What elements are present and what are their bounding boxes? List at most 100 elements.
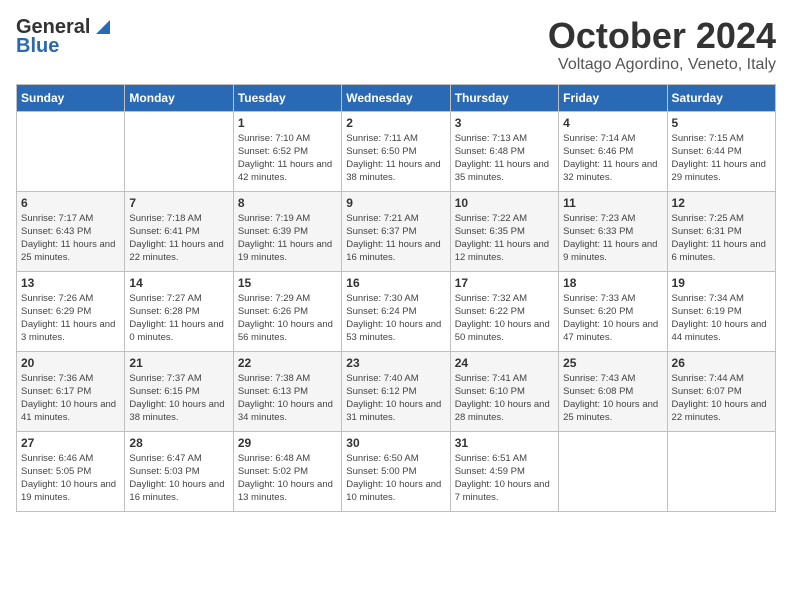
calendar-cell: 19 Sunrise: 7:34 AM Sunset: 6:19 PM Dayli…: [667, 271, 775, 351]
calendar-cell: 23Sunrise: 7:40 AM Sunset: 6:12 PM Dayli…: [342, 351, 450, 431]
logo-triangle-icon: [92, 18, 110, 36]
calendar-week-row: 6 Sunrise: 7:17 AM Sunset: 6:43 PM Daylig…: [17, 191, 776, 271]
calendar-cell: 16Sunrise: 7:30 AM Sunset: 6:24 PM Dayli…: [342, 271, 450, 351]
day-number: 30: [346, 436, 445, 450]
day-number: 22: [238, 356, 337, 370]
calendar-cell: 9 Sunrise: 7:21 AM Sunset: 6:37 PM Daylig…: [342, 191, 450, 271]
location-title: Voltago Agordino, Veneto, Italy: [548, 56, 776, 74]
cell-content: Sunrise: 7:43 AM Sunset: 6:08 PM Dayligh…: [563, 372, 662, 425]
calendar-cell: [559, 431, 667, 511]
cell-content: Sunrise: 7:19 AM Sunset: 6:39 PM Dayligh…: [238, 212, 337, 265]
cell-content: Sunrise: 7:36 AM Sunset: 6:17 PM Dayligh…: [21, 372, 120, 425]
day-number: 27: [21, 436, 120, 450]
calendar-cell: 2 Sunrise: 7:11 AM Sunset: 6:50 PM Daylig…: [342, 111, 450, 191]
calendar-cell: 20 Sunrise: 7:36 AM Sunset: 6:17 PM Dayli…: [17, 351, 125, 431]
calendar-cell: 24Sunrise: 7:41 AM Sunset: 6:10 PM Dayli…: [450, 351, 558, 431]
calendar-cell: 5Sunrise: 7:15 AM Sunset: 6:44 PM Daylig…: [667, 111, 775, 191]
cell-content: Sunrise: 7:15 AM Sunset: 6:44 PM Dayligh…: [672, 132, 771, 185]
calendar-day-header: Tuesday: [233, 84, 341, 111]
calendar-body: 1 Sunrise: 7:10 AM Sunset: 6:52 PM Daylig…: [17, 111, 776, 511]
cell-content: Sunrise: 6:51 AM Sunset: 4:59 PM Dayligh…: [455, 452, 554, 505]
calendar-cell: 25Sunrise: 7:43 AM Sunset: 6:08 PM Dayli…: [559, 351, 667, 431]
cell-content: Sunrise: 7:14 AM Sunset: 6:46 PM Dayligh…: [563, 132, 662, 185]
calendar-cell: 1 Sunrise: 7:10 AM Sunset: 6:52 PM Daylig…: [233, 111, 341, 191]
calendar-cell: 4 Sunrise: 7:14 AM Sunset: 6:46 PM Daylig…: [559, 111, 667, 191]
cell-content: Sunrise: 7:10 AM Sunset: 6:52 PM Dayligh…: [238, 132, 337, 185]
cell-content: Sunrise: 7:32 AM Sunset: 6:22 PM Dayligh…: [455, 292, 554, 345]
month-title: October 2024: [548, 16, 776, 56]
day-number: 11: [563, 196, 662, 210]
day-number: 6: [21, 196, 120, 210]
calendar-day-header: Wednesday: [342, 84, 450, 111]
calendar-cell: 14Sunrise: 7:27 AM Sunset: 6:28 PM Dayli…: [125, 271, 233, 351]
logo: General Blue: [16, 16, 110, 58]
calendar-cell: 6 Sunrise: 7:17 AM Sunset: 6:43 PM Daylig…: [17, 191, 125, 271]
page-header: General Blue October 2024 Voltago Agordi…: [16, 16, 776, 74]
day-number: 17: [455, 276, 554, 290]
calendar-cell: 11 Sunrise: 7:23 AM Sunset: 6:33 PM Dayli…: [559, 191, 667, 271]
calendar-cell: [17, 111, 125, 191]
calendar-cell: 13 Sunrise: 7:26 AM Sunset: 6:29 PM Dayli…: [17, 271, 125, 351]
day-number: 14: [129, 276, 228, 290]
cell-content: Sunrise: 7:34 AM Sunset: 6:19 PM Dayligh…: [672, 292, 771, 345]
cell-content: Sunrise: 7:23 AM Sunset: 6:33 PM Dayligh…: [563, 212, 662, 265]
cell-content: Sunrise: 7:21 AM Sunset: 6:37 PM Dayligh…: [346, 212, 445, 265]
calendar-cell: 30 Sunrise: 6:50 AM Sunset: 5:00 PM Dayli…: [342, 431, 450, 511]
cell-content: Sunrise: 7:29 AM Sunset: 6:26 PM Dayligh…: [238, 292, 337, 345]
cell-content: Sunrise: 7:26 AM Sunset: 6:29 PM Dayligh…: [21, 292, 120, 345]
cell-content: Sunrise: 7:11 AM Sunset: 6:50 PM Dayligh…: [346, 132, 445, 185]
cell-content: Sunrise: 7:17 AM Sunset: 6:43 PM Dayligh…: [21, 212, 120, 265]
day-number: 23: [346, 356, 445, 370]
day-number: 16: [346, 276, 445, 290]
calendar-cell: 18Sunrise: 7:33 AM Sunset: 6:20 PM Dayli…: [559, 271, 667, 351]
calendar-cell: 17 Sunrise: 7:32 AM Sunset: 6:22 PM Dayli…: [450, 271, 558, 351]
calendar-cell: 10 Sunrise: 7:22 AM Sunset: 6:35 PM Dayli…: [450, 191, 558, 271]
cell-content: Sunrise: 6:47 AM Sunset: 5:03 PM Dayligh…: [129, 452, 228, 505]
calendar-day-header: Monday: [125, 84, 233, 111]
calendar-cell: [125, 111, 233, 191]
cell-content: Sunrise: 7:44 AM Sunset: 6:07 PM Dayligh…: [672, 372, 771, 425]
calendar-day-header: Sunday: [17, 84, 125, 111]
cell-content: Sunrise: 7:33 AM Sunset: 6:20 PM Dayligh…: [563, 292, 662, 345]
day-number: 4: [563, 116, 662, 130]
day-number: 24: [455, 356, 554, 370]
cell-content: Sunrise: 6:50 AM Sunset: 5:00 PM Dayligh…: [346, 452, 445, 505]
calendar-cell: 12 Sunrise: 7:25 AM Sunset: 6:31 PM Dayli…: [667, 191, 775, 271]
day-number: 2: [346, 116, 445, 130]
cell-content: Sunrise: 7:18 AM Sunset: 6:41 PM Dayligh…: [129, 212, 228, 265]
logo-blue: Blue: [16, 35, 59, 58]
day-number: 21: [129, 356, 228, 370]
calendar-cell: 31 Sunrise: 6:51 AM Sunset: 4:59 PM Dayli…: [450, 431, 558, 511]
calendar-cell: 29Sunrise: 6:48 AM Sunset: 5:02 PM Dayli…: [233, 431, 341, 511]
calendar-week-row: 20 Sunrise: 7:36 AM Sunset: 6:17 PM Dayli…: [17, 351, 776, 431]
calendar-cell: 28 Sunrise: 6:47 AM Sunset: 5:03 PM Dayli…: [125, 431, 233, 511]
cell-content: Sunrise: 6:48 AM Sunset: 5:02 PM Dayligh…: [238, 452, 337, 505]
day-number: 28: [129, 436, 228, 450]
day-number: 9: [346, 196, 445, 210]
day-number: 10: [455, 196, 554, 210]
day-number: 8: [238, 196, 337, 210]
calendar-cell: 21 Sunrise: 7:37 AM Sunset: 6:15 PM Dayli…: [125, 351, 233, 431]
calendar-cell: 27Sunrise: 6:46 AM Sunset: 5:05 PM Dayli…: [17, 431, 125, 511]
day-number: 31: [455, 436, 554, 450]
cell-content: Sunrise: 7:37 AM Sunset: 6:15 PM Dayligh…: [129, 372, 228, 425]
day-number: 1: [238, 116, 337, 130]
day-number: 3: [455, 116, 554, 130]
day-number: 15: [238, 276, 337, 290]
calendar-week-row: 1 Sunrise: 7:10 AM Sunset: 6:52 PM Daylig…: [17, 111, 776, 191]
calendar-day-header: Friday: [559, 84, 667, 111]
calendar-header-row: SundayMondayTuesdayWednesdayThursdayFrid…: [17, 84, 776, 111]
day-number: 12: [672, 196, 771, 210]
calendar-cell: 22Sunrise: 7:38 AM Sunset: 6:13 PM Dayli…: [233, 351, 341, 431]
day-number: 19: [672, 276, 771, 290]
day-number: 20: [21, 356, 120, 370]
calendar-cell: 7Sunrise: 7:18 AM Sunset: 6:41 PM Daylig…: [125, 191, 233, 271]
calendar-cell: 26Sunrise: 7:44 AM Sunset: 6:07 PM Dayli…: [667, 351, 775, 431]
calendar-table: SundayMondayTuesdayWednesdayThursdayFrid…: [16, 84, 776, 512]
day-number: 13: [21, 276, 120, 290]
cell-content: Sunrise: 7:22 AM Sunset: 6:35 PM Dayligh…: [455, 212, 554, 265]
calendar-cell: 3 Sunrise: 7:13 AM Sunset: 6:48 PM Daylig…: [450, 111, 558, 191]
cell-content: Sunrise: 7:13 AM Sunset: 6:48 PM Dayligh…: [455, 132, 554, 185]
calendar-week-row: 13 Sunrise: 7:26 AM Sunset: 6:29 PM Dayli…: [17, 271, 776, 351]
cell-content: Sunrise: 7:25 AM Sunset: 6:31 PM Dayligh…: [672, 212, 771, 265]
